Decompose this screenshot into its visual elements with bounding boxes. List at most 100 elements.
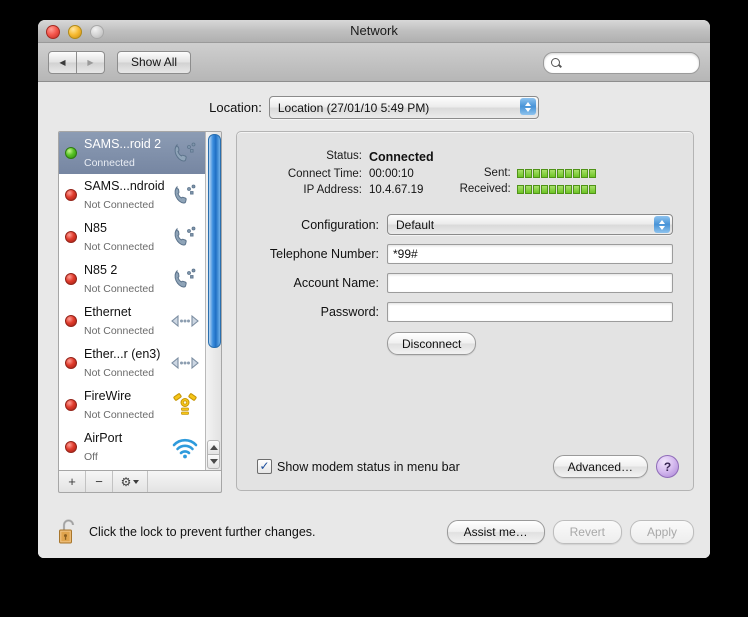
configuration-label: Configuration: [301,217,379,232]
help-button[interactable]: ? [656,455,679,478]
scroll-down-button[interactable] [207,454,220,469]
remove-service-button[interactable]: − [86,471,113,492]
password-label: Password: [320,305,379,319]
unlocked-padlock-icon[interactable] [58,518,80,546]
sent-segment [564,168,572,178]
footer-buttons: Assist me… Revert Apply [446,520,694,544]
service-text: N85 2 Not Connected [84,261,170,297]
service-row[interactable]: N85 2 Not Connected [59,258,205,300]
disconnect-button[interactable]: Disconnect [387,332,477,355]
sent-label: Sent: [483,167,511,179]
minimize-button[interactable] [68,25,82,39]
connect-time-value: 00:00:10 [369,168,414,180]
telephone-number-input[interactable]: *99# [387,244,673,264]
service-row[interactable]: FireWire Not Connected [59,384,205,426]
apply-button[interactable]: Apply [629,520,694,544]
sent-segment [540,168,548,178]
preferences-body: Location: Location (27/01/10 5:49 PM) SA… [38,82,710,558]
modem-icon [174,184,196,204]
service-name: SAMS...roid 2 [84,137,162,152]
service-action-menu-button[interactable]: ⚙ [113,471,148,492]
received-segment [532,184,540,194]
service-name: Ethernet [84,305,132,320]
location-popup-button[interactable]: Location (27/01/10 5:49 PM) [268,96,539,119]
account-name-input[interactable] [387,273,673,293]
ethernet-icon [170,306,200,336]
status-label: Status: [326,150,362,162]
service-row[interactable]: AirPort Off [59,426,205,468]
received-activity-bar [516,183,596,195]
chevron-down-icon [524,107,531,112]
close-button[interactable] [46,25,60,39]
configuration-popup-button[interactable]: Default [387,214,673,235]
service-status: Off [84,451,98,463]
location-label: Location: [209,100,262,115]
service-rows: SAMS...roid 2 Connected SAMS...ndroid Not C… [59,132,205,470]
service-row[interactable]: N85 Not Connected [59,216,205,258]
forward-button[interactable]: ▶ [77,50,105,74]
service-row[interactable]: Ether...r (en3) Not Connected [59,342,205,384]
sent-segment [524,168,532,178]
sidebar-scrollbar[interactable] [205,132,221,470]
sent-segment [532,168,540,178]
location-stepper-icon[interactable] [519,98,536,115]
service-row[interactable]: SAMS...ndroid Not Connected [59,174,205,216]
chevron-down-icon [133,479,140,484]
modem-icon [170,138,200,168]
scrollbar-arrows[interactable] [207,440,220,469]
sent-segment [588,168,596,178]
received-segment [580,184,588,194]
modem-form: Configuration: Default Telephone Number:… [257,214,673,322]
window-controls [46,25,104,39]
add-service-button[interactable]: + [59,471,86,492]
status-indicator-dot [65,273,77,285]
status-indicator-dot [65,231,77,243]
received-segment [516,184,524,194]
service-status: Not Connected [84,367,155,379]
toolbar-filler [148,471,221,492]
received-segment [524,184,532,194]
received-segment [564,184,572,194]
toolbar: ◀ ▶ Show All [38,43,710,82]
show-modem-status-label: Show modem status in menu bar [277,459,460,474]
chevron-up-icon [524,101,531,106]
configuration-stepper-icon[interactable] [654,216,670,233]
back-button[interactable]: ◀ [48,50,77,74]
search-field[interactable] [543,52,700,74]
service-row[interactable]: SAMS...roid 2 Connected [59,132,205,174]
ip-address-value: 10.4.67.19 [369,184,424,196]
configuration-value: Default [396,217,435,232]
modem-icon [174,226,196,246]
location-selected-value: Location (27/01/10 5:49 PM) [277,100,430,115]
show-modem-status-checkbox[interactable]: ✓ [257,459,272,474]
modem-icon [174,268,196,288]
scrollbar-thumb[interactable] [208,134,221,348]
window-footer: Click the lock to prevent further change… [38,506,710,558]
detail-bottom-row: ✓ Show modem status in menu bar Advanced… [257,455,679,478]
sent-activity-bar [516,167,596,179]
received-segment [540,184,548,194]
service-status: Not Connected [84,283,155,295]
service-status: Not Connected [84,409,155,421]
show-all-button[interactable]: Show All [117,50,192,74]
service-name: N85 [84,221,107,236]
status-section: Status: Connected Connect Time: 00:00:10… [257,150,673,196]
scroll-up-button[interactable] [207,440,220,454]
lock-group[interactable]: Click the lock to prevent further change… [58,518,316,546]
sent-segment [580,168,588,178]
service-row[interactable]: Ethernet Not Connected [59,300,205,342]
assist-me-button[interactable]: Assist me… [446,520,545,544]
received-segment [588,184,596,194]
status-indicator-dot [65,147,77,159]
status-indicator-dot [65,441,77,453]
advanced-button[interactable]: Advanced… [552,455,648,478]
sent-segment [556,168,564,178]
zoom-button[interactable] [90,25,104,39]
navigation-buttons: ◀ ▶ [48,50,105,74]
service-text: N85 Not Connected [84,219,170,255]
triangle-up-icon [209,445,218,450]
password-input[interactable] [387,302,673,322]
received-segment [548,184,556,194]
revert-button[interactable]: Revert [552,520,622,544]
sent-segment [516,168,524,178]
